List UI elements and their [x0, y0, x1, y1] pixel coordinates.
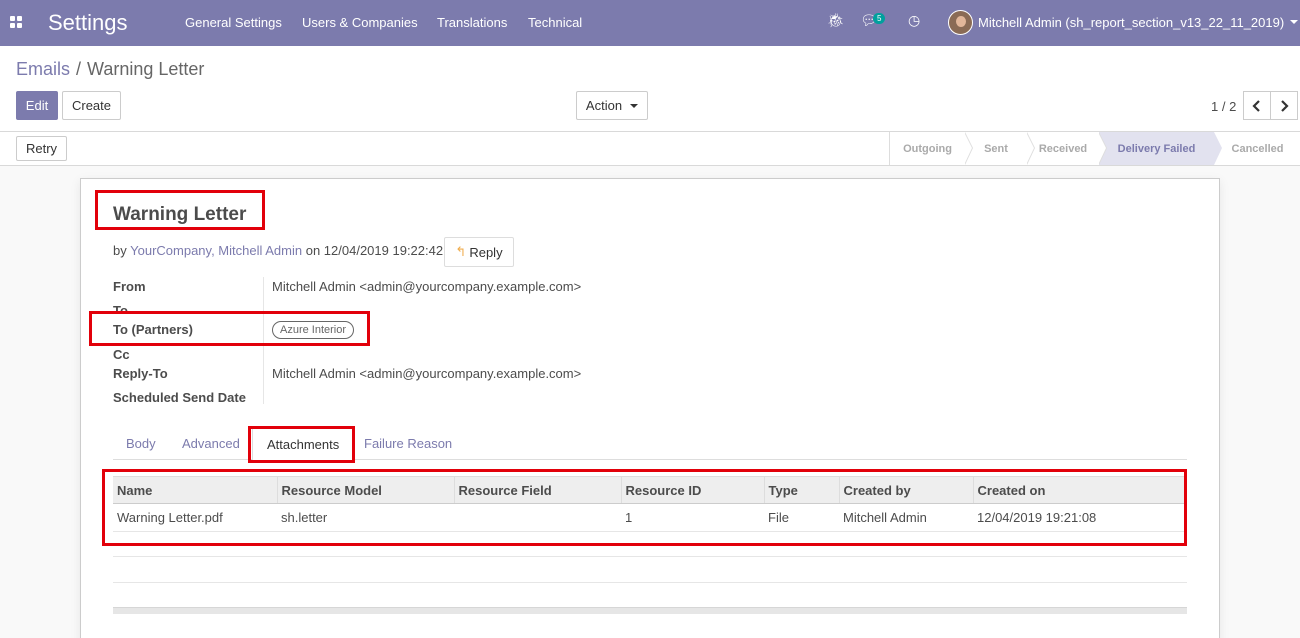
- create-button[interactable]: Create: [62, 91, 121, 120]
- stage-delivery-failed: Delivery Failed: [1099, 132, 1222, 165]
- breadcrumb-current: Warning Letter: [87, 59, 205, 79]
- chevron-right-icon[interactable]: [1270, 91, 1298, 120]
- app-title[interactable]: Settings: [48, 10, 128, 36]
- stage-pipeline: Outgoing Sent Received Delivery Failed C…: [889, 132, 1300, 165]
- highlight-to-partners: [89, 311, 370, 346]
- highlight-attachments-table: [102, 469, 1187, 546]
- stage-sent[interactable]: Sent: [965, 132, 1035, 165]
- top-navbar: Settings General Settings Users & Compan…: [0, 0, 1300, 46]
- menu-users-companies[interactable]: Users & Companies: [302, 15, 418, 30]
- menu-general-settings[interactable]: General Settings: [185, 15, 282, 30]
- reply-button[interactable]: ↰ Reply: [444, 237, 514, 267]
- reply-to-value: Mitchell Admin <admin@yourcompany.exampl…: [272, 366, 582, 381]
- chevron-down-icon[interactable]: [1290, 20, 1298, 24]
- retry-button[interactable]: Retry: [16, 136, 67, 161]
- breadcrumb-emails[interactable]: Emails: [16, 59, 70, 79]
- stage-label: Cancelled: [1231, 142, 1284, 155]
- stage-label: Outgoing: [903, 142, 952, 155]
- stage-outgoing[interactable]: Outgoing: [890, 132, 973, 165]
- stage-label: Sent: [984, 142, 1008, 155]
- action-label: Action: [585, 98, 623, 113]
- apps-menu-icon[interactable]: [10, 16, 22, 28]
- control-panel: Emails / Warning Letter Edit Create Action…: [0, 46, 1300, 132]
- breadcrumb: Emails / Warning Letter: [16, 59, 204, 80]
- user-menu[interactable]: Mitchell Admin (sh_report_section_v13_22…: [978, 15, 1284, 30]
- table-footer: [113, 607, 1187, 614]
- by-prefix: by: [113, 243, 127, 258]
- edit-button[interactable]: Edit: [16, 91, 58, 120]
- tab-failure-reason[interactable]: Failure Reason: [364, 436, 452, 451]
- reply-label: Reply: [469, 244, 503, 260]
- tab-body[interactable]: Body: [126, 436, 156, 451]
- stage-label: Received: [1038, 142, 1088, 155]
- reply-icon: ↰: [455, 244, 467, 259]
- menu-translations[interactable]: Translations: [437, 15, 507, 30]
- empty-row: [113, 556, 1187, 583]
- bug-icon[interactable]: 🐞︎: [827, 12, 845, 29]
- stage-label: Delivery Failed: [1117, 142, 1196, 155]
- message-byline: by YourCompany, Mitchell Admin on 12/04/…: [113, 243, 443, 258]
- cc-label: Cc: [113, 347, 130, 362]
- author-links[interactable]: YourCompany, Mitchell Admin: [130, 243, 302, 258]
- highlight-title: [95, 190, 265, 230]
- chevron-left-icon[interactable]: [1243, 91, 1271, 120]
- scheduled-send-date-label: Scheduled Send Date: [113, 390, 246, 405]
- reply-to-label: Reply-To: [113, 366, 168, 381]
- from-value: Mitchell Admin <admin@yourcompany.exampl…: [272, 279, 582, 294]
- clock-icon[interactable]: ◷: [908, 12, 920, 29]
- stage-received[interactable]: Received: [1027, 132, 1107, 165]
- pager-value[interactable]: 1 / 2: [1211, 99, 1236, 114]
- caret-down-icon: [630, 103, 639, 108]
- stage-cancelled[interactable]: Cancelled: [1214, 132, 1300, 165]
- messages-count-badge: 5: [873, 13, 886, 24]
- tab-advanced[interactable]: Advanced: [182, 436, 240, 451]
- menu-technical[interactable]: Technical: [528, 15, 582, 30]
- action-dropdown[interactable]: Action: [576, 91, 648, 120]
- sent-date: on 12/04/2019 19:22:42: [305, 243, 444, 258]
- highlight-attachments-tab: [248, 426, 355, 463]
- from-label: From: [113, 279, 146, 294]
- status-bar: Retry Outgoing Sent Received Delivery Fa…: [0, 132, 1300, 166]
- avatar[interactable]: [948, 10, 973, 35]
- breadcrumb-separator: /: [76, 59, 82, 79]
